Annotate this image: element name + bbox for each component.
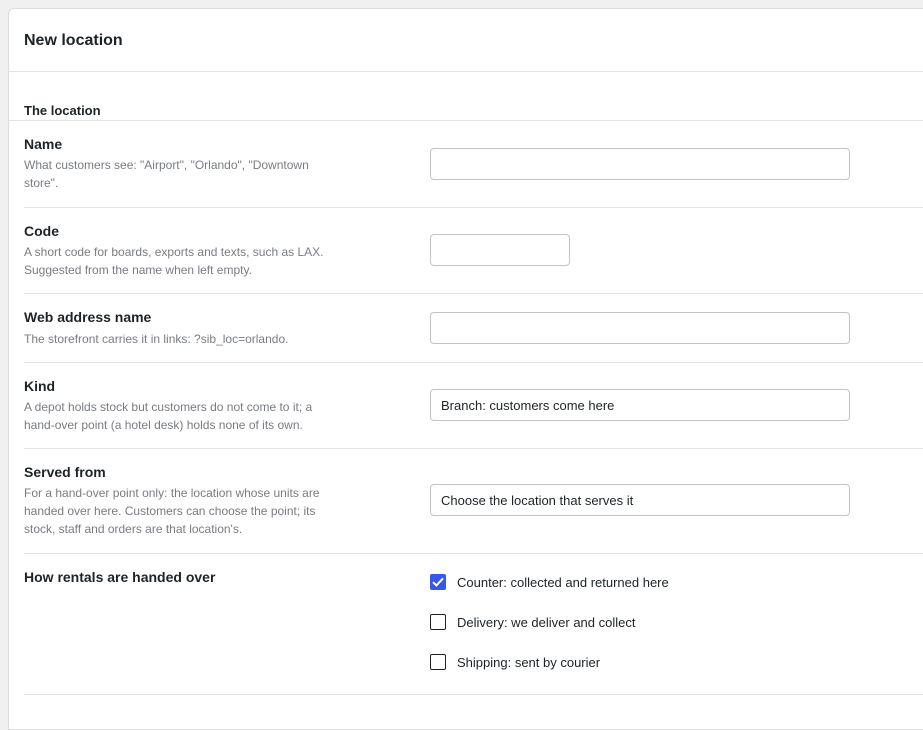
- web-address-input[interactable]: [430, 312, 850, 344]
- name-label: Name: [24, 136, 63, 152]
- web-address-help: The storefront carries it in links: ?sib…: [24, 332, 289, 346]
- checkmark-icon: [432, 577, 444, 587]
- panel-header: New location: [9, 9, 923, 72]
- new-location-panel: New location The location Name What cust…: [8, 8, 923, 730]
- shipping-option-label: Shipping: sent by courier: [457, 654, 601, 670]
- code-input[interactable]: [430, 234, 570, 266]
- served-from-row: Served from For a hand-over point only: …: [24, 449, 923, 554]
- delivery-checkbox[interactable]: [430, 614, 446, 630]
- section-title: The location: [24, 103, 101, 118]
- kind-row: Kind A depot holds stock but customers d…: [24, 363, 923, 449]
- counter-checkbox[interactable]: [430, 574, 446, 590]
- name-input[interactable]: [430, 148, 850, 180]
- delivery-option-label: Delivery: we deliver and collect: [457, 614, 636, 630]
- code-help: A short code for boards, exports and tex…: [24, 245, 324, 277]
- shipping-checkbox[interactable]: [430, 654, 446, 670]
- web-address-row: Web address name The storefront carries …: [24, 294, 923, 363]
- served-from-label: Served from: [24, 464, 106, 480]
- kind-label: Kind: [24, 378, 56, 394]
- name-help: What customers see: "Airport", "Orlando"…: [24, 158, 309, 190]
- counter-option[interactable]: Counter: collected and returned here: [430, 574, 669, 590]
- delivery-option[interactable]: Delivery: we deliver and collect: [430, 614, 635, 630]
- counter-option-label: Counter: collected and returned here: [457, 574, 669, 590]
- web-address-label: Web address name: [24, 309, 152, 325]
- code-label: Code: [24, 223, 59, 239]
- served-from-select[interactable]: Choose the location that serves it: [430, 484, 850, 516]
- kind-select[interactable]: Branch: customers come here: [430, 389, 850, 421]
- kind-help: A depot holds stock but customers do not…: [24, 400, 313, 432]
- served-from-help: For a hand-over point only: the location…: [24, 486, 320, 536]
- code-row: Code A short code for boards, exports an…: [24, 208, 923, 294]
- page-title: New location: [24, 31, 123, 49]
- shipping-option[interactable]: Shipping: sent by courier: [430, 654, 600, 670]
- name-row: Name What customers see: "Airport", "Orl…: [24, 121, 923, 208]
- handover-row: How rentals are handed over Counter: col…: [24, 554, 923, 695]
- handover-label: How rentals are handed over: [24, 569, 216, 585]
